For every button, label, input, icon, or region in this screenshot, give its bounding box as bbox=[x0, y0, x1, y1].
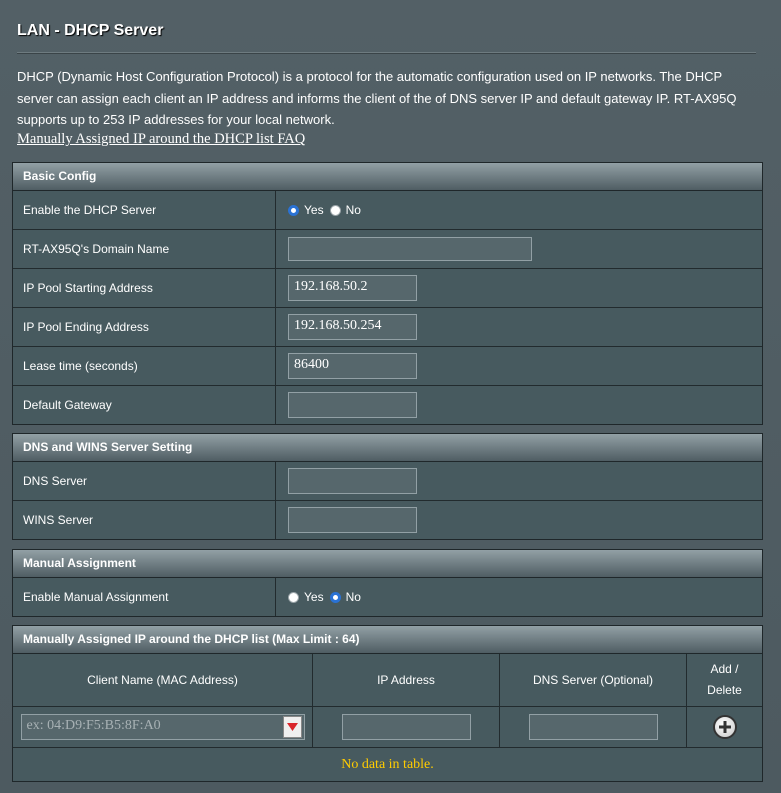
manual-list-header: Manually Assigned IP around the DHCP lis… bbox=[13, 626, 762, 654]
no-data-message: No data in table. bbox=[13, 747, 762, 781]
ip-address-input[interactable] bbox=[341, 714, 471, 740]
enable-dhcp-label: Enable the DHCP Server bbox=[13, 191, 276, 229]
domain-name-row: RT-AX95Q's Domain Name bbox=[13, 229, 762, 268]
col-dns-server: DNS Server (Optional) bbox=[500, 654, 687, 706]
enable-dhcp-row: Enable the DHCP Server Yes No bbox=[13, 191, 762, 229]
page-title: LAN - DHCP Server bbox=[17, 22, 164, 39]
col-ip-address: IP Address bbox=[313, 654, 500, 706]
manual-list-input-row: ex: 04:D9:F5:B5:8F:A0 bbox=[13, 706, 762, 747]
enable-dhcp-yes-radio[interactable] bbox=[288, 204, 299, 216]
enable-manual-no-radio[interactable] bbox=[329, 591, 341, 603]
plus-circle-icon[interactable] bbox=[712, 715, 737, 739]
lease-time-label: Lease time (seconds) bbox=[13, 347, 276, 385]
enable-manual-no-label: No bbox=[345, 590, 361, 604]
enable-dhcp-yes-label: Yes bbox=[304, 203, 324, 217]
title-divider bbox=[17, 52, 756, 54]
col-client-name: Client Name (MAC Address) bbox=[13, 654, 313, 706]
basic-config-section: Basic Config Enable the DHCP Server Yes … bbox=[12, 162, 763, 425]
domain-name-input[interactable] bbox=[288, 237, 532, 261]
default-gateway-input[interactable] bbox=[288, 392, 417, 418]
client-mac-combobox[interactable]: ex: 04:D9:F5:B5:8F:A0 bbox=[20, 714, 305, 740]
dns-wins-section: DNS and WINS Server Setting DNS Server W… bbox=[12, 433, 763, 540]
wins-server-label: WINS Server bbox=[13, 501, 276, 539]
default-gateway-row: Default Gateway bbox=[13, 385, 762, 424]
domain-name-label: RT-AX95Q's Domain Name bbox=[13, 230, 276, 268]
pool-start-row: IP Pool Starting Address 192.168.50.2 bbox=[13, 268, 762, 307]
dns-server-optional-input[interactable] bbox=[528, 714, 658, 740]
pool-start-input[interactable]: 192.168.50.2 bbox=[288, 275, 417, 301]
pool-end-label: IP Pool Ending Address bbox=[13, 308, 276, 346]
col-add-delete-line2: Delete bbox=[707, 683, 742, 697]
lease-time-input[interactable]: 86400 bbox=[288, 353, 417, 379]
pool-end-row: IP Pool Ending Address 192.168.50.254 bbox=[13, 307, 762, 346]
wins-server-input[interactable] bbox=[288, 507, 417, 533]
pool-start-label: IP Pool Starting Address bbox=[13, 269, 276, 307]
default-gateway-label: Default Gateway bbox=[13, 386, 276, 424]
client-mac-input[interactable]: ex: 04:D9:F5:B5:8F:A0 bbox=[20, 714, 305, 740]
faq-link[interactable]: Manually Assigned IP around the DHCP lis… bbox=[17, 131, 305, 148]
enable-manual-yes-radio[interactable] bbox=[288, 591, 299, 603]
manual-assignment-header: Manual Assignment bbox=[13, 550, 762, 578]
page-description: DHCP (Dynamic Host Configuration Protoco… bbox=[17, 69, 737, 127]
enable-dhcp-no-label: No bbox=[345, 203, 361, 217]
pool-end-input[interactable]: 192.168.50.254 bbox=[288, 314, 417, 340]
col-add-delete-line1: Add / bbox=[710, 662, 739, 676]
basic-config-header: Basic Config bbox=[13, 163, 762, 191]
chevron-down-icon[interactable] bbox=[282, 716, 302, 738]
enable-manual-row: Enable Manual Assignment Yes No bbox=[13, 578, 762, 616]
enable-dhcp-no-radio[interactable] bbox=[329, 204, 341, 216]
manual-assignment-section: Manual Assignment Enable Manual Assignme… bbox=[12, 549, 763, 617]
dns-server-row: DNS Server bbox=[13, 462, 762, 500]
enable-manual-radio-group: Yes No bbox=[288, 590, 367, 604]
manual-list-column-headers: Client Name (MAC Address) IP Address DNS… bbox=[13, 654, 762, 706]
enable-manual-yes-label: Yes bbox=[304, 590, 324, 604]
wins-server-row: WINS Server bbox=[13, 500, 762, 539]
enable-dhcp-radio-group: Yes No bbox=[288, 203, 367, 217]
dns-server-label: DNS Server bbox=[13, 462, 276, 500]
col-add-delete: Add / Delete bbox=[687, 654, 762, 706]
lease-time-row: Lease time (seconds) 86400 bbox=[13, 346, 762, 385]
dhcp-server-panel: LAN - DHCP Server DHCP (Dynamic Host Con… bbox=[0, 0, 781, 793]
dns-wins-header: DNS and WINS Server Setting bbox=[13, 434, 762, 462]
enable-manual-label: Enable Manual Assignment bbox=[13, 578, 276, 616]
manual-list-section: Manually Assigned IP around the DHCP lis… bbox=[12, 625, 763, 782]
dns-server-input[interactable] bbox=[288, 468, 417, 494]
